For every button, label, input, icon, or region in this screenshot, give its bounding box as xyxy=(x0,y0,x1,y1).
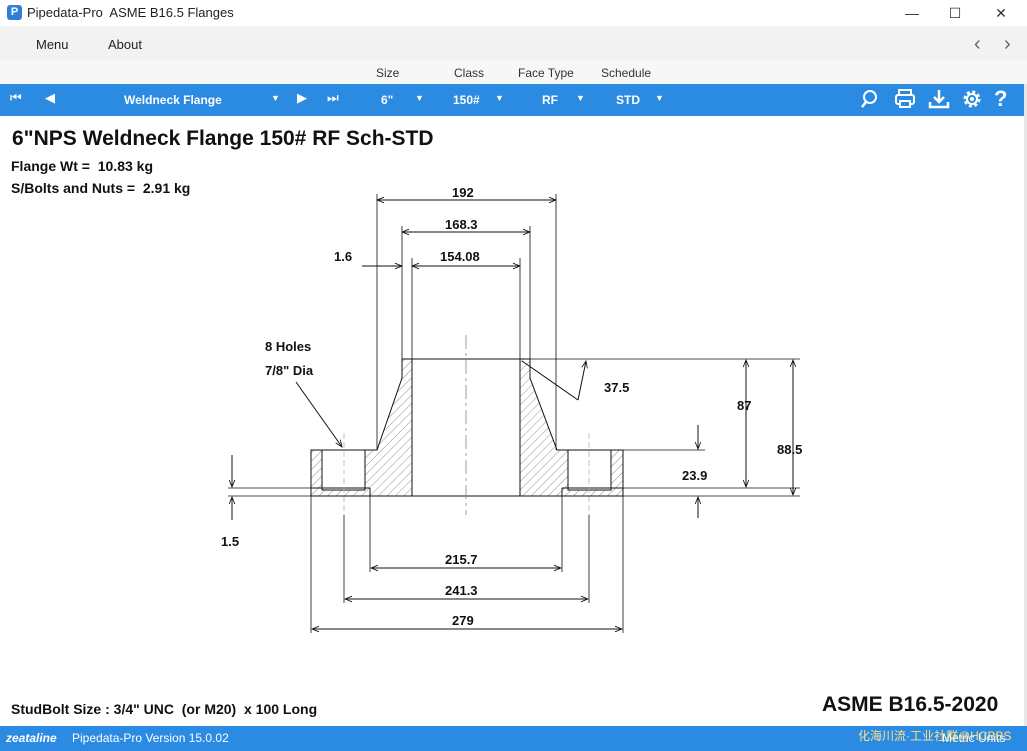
face-type-dropdown-icon[interactable]: ▼ xyxy=(576,93,585,103)
chevron-right-icon[interactable]: › xyxy=(1004,33,1011,56)
class-label: Class xyxy=(454,66,485,80)
minimize-button[interactable]: — xyxy=(889,0,935,26)
chevron-left-icon[interactable]: ‹ xyxy=(974,33,981,56)
menu-bar xyxy=(0,26,1027,60)
print-icon[interactable] xyxy=(894,88,916,110)
holes-dia: 7/8" Dia xyxy=(265,363,314,378)
standard-label: ASME B16.5-2020 xyxy=(822,693,999,716)
flange-drawing: 192 168.3 154.08 1.6 8 Holes 7/8" Dia 37… xyxy=(221,185,802,633)
dim-bore: 154.08 xyxy=(440,249,480,264)
help-icon[interactable]: ? xyxy=(994,86,1007,112)
last-icon[interactable]: ⏭ xyxy=(327,90,339,106)
previous-icon[interactable]: ◀ xyxy=(45,90,55,106)
settings-icon[interactable] xyxy=(961,88,983,110)
download-icon[interactable] xyxy=(928,88,950,110)
selector-labels-row xyxy=(0,60,1027,84)
dim-flange-od: 279 xyxy=(452,613,474,628)
flange-type-dropdown-icon[interactable]: ▼ xyxy=(271,93,280,103)
window-title: Pipedata-Pro ASME B16.5 Flanges xyxy=(27,5,234,20)
size-label: Size xyxy=(376,66,400,80)
dim-raised-face-thk: 1.5 xyxy=(221,534,239,549)
dim-wall-step: 1.6 xyxy=(334,249,352,264)
flange-type-select[interactable]: Weldneck Flange xyxy=(124,93,222,107)
close-button[interactable]: ✕ xyxy=(978,0,1024,26)
about-button[interactable]: About xyxy=(108,37,142,52)
dim-length-thru-hub: 87 xyxy=(737,398,751,413)
studbolt-size: StudBolt Size : 3/4" UNC (or M20) x 100 … xyxy=(11,701,318,717)
bolt-hole-right xyxy=(567,449,612,491)
schedule-dropdown-icon[interactable]: ▼ xyxy=(655,93,664,103)
next-icon[interactable]: ▶ xyxy=(297,90,307,106)
version-text: Pipedata-Pro Version 15.0.02 xyxy=(72,731,229,745)
holes-count: 8 Holes xyxy=(265,339,311,354)
dim-hub-od: 192 xyxy=(452,185,474,200)
first-icon[interactable]: ⏮ xyxy=(10,90,22,106)
face-type-label: Face Type xyxy=(518,66,574,80)
dim-overall-height: 88.5 xyxy=(777,442,802,457)
brand-logo: zeataline xyxy=(6,731,57,745)
app-logo-icon: P xyxy=(7,5,22,20)
class-dropdown-icon[interactable]: ▼ xyxy=(495,93,504,103)
dim-hub-angle: 37.5 xyxy=(604,380,629,395)
schedule-label: Schedule xyxy=(601,66,652,80)
dim-flange-thk: 23.9 xyxy=(682,468,707,483)
menu-button[interactable]: Menu xyxy=(36,37,69,52)
schedule-select[interactable]: STD xyxy=(616,93,640,107)
face-type-select[interactable]: RF xyxy=(542,93,558,107)
maximize-button[interactable]: ☐ xyxy=(932,0,978,26)
class-select[interactable]: 150# xyxy=(453,93,480,107)
dim-raised-face-dia: 215.7 xyxy=(445,552,478,567)
dim-bolt-circle: 241.3 xyxy=(445,583,478,598)
search-icon[interactable] xyxy=(860,88,882,110)
size-dropdown-icon[interactable]: ▼ xyxy=(415,93,424,103)
dim-pipe-od: 168.3 xyxy=(445,217,478,232)
app-name: Pipedata-Pro xyxy=(27,5,103,20)
window-subtitle: ASME B16.5 Flanges xyxy=(109,5,234,20)
size-select[interactable]: 6" xyxy=(381,93,393,107)
watermark-text: 化海川流·工业社群@HCBBS xyxy=(858,729,1012,743)
bolt-hole-left xyxy=(321,449,366,491)
